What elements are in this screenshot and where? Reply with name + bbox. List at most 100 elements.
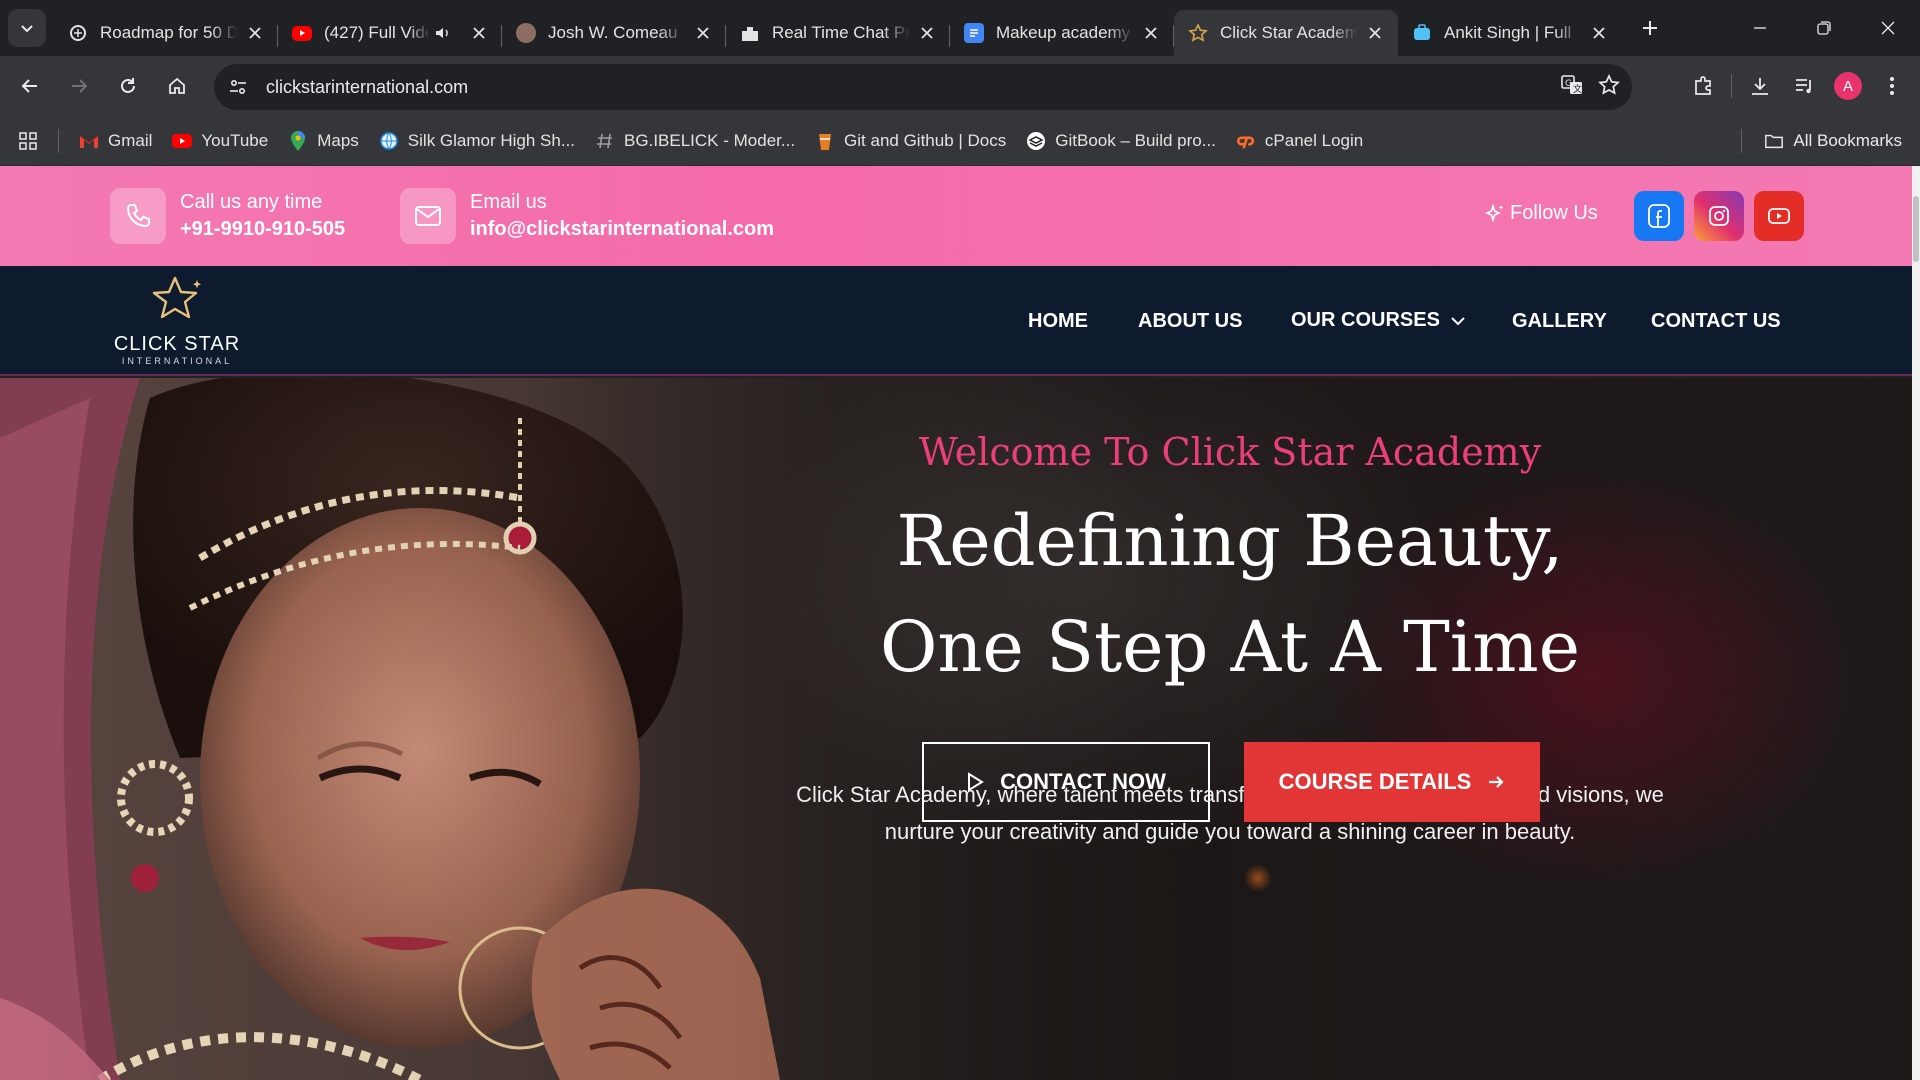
nav-contact-us[interactable]: CONTACT US (1651, 266, 1781, 376)
hash-icon (595, 131, 615, 151)
extensions-button[interactable] (1681, 64, 1725, 108)
course-details-label: COURSE DETAILS (1278, 769, 1472, 794)
media-controls-button[interactable] (1782, 64, 1826, 108)
docs-icon (964, 23, 984, 43)
close-icon[interactable] (468, 22, 490, 44)
url-text[interactable]: clickstarinternational.com (266, 77, 468, 98)
nav-home[interactable]: HOME (1028, 266, 1088, 376)
nav-gallery-label: GALLERY (1512, 309, 1607, 332)
scrollbar-thumb[interactable] (1913, 196, 1919, 262)
close-icon[interactable] (1140, 22, 1162, 44)
bookmark-bg-ibelick[interactable]: BG.IBELICK - Moder... (585, 123, 805, 159)
chrome-menu-button[interactable] (1870, 64, 1914, 108)
contact-now-label: CONTACT NOW (1000, 769, 1166, 794)
tab-click-star[interactable]: Click Star Academy (1174, 10, 1398, 56)
gmail-icon (79, 131, 99, 151)
openai-icon (68, 23, 88, 43)
nav-our-courses[interactable]: OUR COURSES (1291, 266, 1466, 376)
close-icon[interactable] (244, 22, 266, 44)
bookmark-label: BG.IBELICK - Moder... (624, 130, 796, 150)
bookmarks-bar: Gmail YouTube Maps Silk Glamor High Sh..… (0, 116, 1920, 166)
translate-icon[interactable]: G文 (1560, 73, 1584, 102)
tab-youtube[interactable]: (427) Full Video (278, 10, 502, 56)
address-bar[interactable]: clickstarinternational.com G文 (214, 64, 1632, 110)
forward-button[interactable] (57, 64, 101, 108)
all-bookmarks-button[interactable]: All Bookmarks (1754, 123, 1912, 159)
tab-ankit-singh[interactable]: Ankit Singh | Full (1398, 10, 1622, 56)
bookmark-git-github[interactable]: Git and Github | Docs (805, 123, 1016, 159)
email-contact[interactable]: Email us info@clickstarinternational.com (400, 188, 774, 244)
youtube-link[interactable] (1754, 191, 1804, 241)
facebook-link[interactable] (1634, 191, 1684, 241)
tab-real-time-chat[interactable]: Real Time Chat Pro (726, 10, 950, 56)
page-scrollbar[interactable] (1912, 166, 1920, 1080)
plus-icon (1643, 21, 1657, 35)
hero-welcome: Welcome To Click Star Academy (918, 430, 1542, 474)
address-bar-actions: G文 (1560, 64, 1620, 110)
nav-gallery[interactable]: GALLERY (1512, 266, 1607, 376)
close-icon[interactable] (1364, 22, 1386, 44)
arrow-right-icon (1489, 776, 1504, 788)
tab-makeup-academy[interactable]: Makeup academy (950, 10, 1174, 56)
nav-about-us[interactable]: ABOUT US (1138, 266, 1242, 376)
bookmarks-divider (1741, 129, 1742, 153)
tune-icon (230, 79, 246, 95)
course-details-button[interactable]: COURSE DETAILS (1244, 742, 1540, 822)
chevron-down-icon (21, 25, 33, 33)
bookmark-gitbook[interactable]: GitBook – Build pro... (1016, 123, 1226, 159)
reload-icon (121, 78, 135, 93)
phone-icon (110, 188, 166, 244)
bookmark-cpanel[interactable]: cPanel Login (1226, 123, 1373, 159)
nav-contact-label: CONTACT US (1651, 309, 1781, 332)
call-contact[interactable]: Call us any time +91-9910-910-505 (110, 188, 345, 244)
call-label: Call us any time (180, 191, 323, 213)
web-page: Call us any time +91-9910-910-505 Email … (0, 166, 1920, 1080)
home-icon (169, 77, 185, 94)
tab-title: Makeup academy (996, 23, 1131, 42)
new-tab-button[interactable] (1632, 10, 1668, 46)
restore-button[interactable] (1792, 0, 1856, 56)
back-button[interactable] (8, 64, 52, 108)
downloads-button[interactable] (1738, 64, 1782, 108)
close-window-button[interactable] (1856, 0, 1920, 56)
close-icon[interactable] (692, 22, 714, 44)
tab-josh-comeau[interactable]: Josh W. Comeau (502, 10, 726, 56)
nav-about-label: ABOUT US (1138, 309, 1243, 332)
contact-now-button[interactable]: CONTACT NOW (922, 742, 1210, 822)
tab-search-button[interactable] (8, 9, 46, 47)
bookmark-star-icon[interactable] (1598, 73, 1620, 101)
follow-us-label: Follow Us (1510, 202, 1598, 224)
bookmark-label: Gmail (108, 130, 153, 150)
svg-text:文: 文 (1573, 83, 1582, 95)
minimize-icon (1754, 27, 1766, 29)
chat-icon (740, 23, 760, 43)
home-button[interactable] (155, 64, 199, 108)
bookmark-youtube[interactable]: YouTube (162, 123, 278, 159)
tab-list: Roadmap for 50 Days (427) Full Video Jos… (54, 0, 1622, 56)
instagram-link[interactable] (1694, 191, 1744, 241)
email-address[interactable]: info@clickstarinternational.com (470, 215, 774, 243)
browser-toolbar: clickstarinternational.com G文 A (0, 56, 1920, 116)
reload-button[interactable] (106, 64, 150, 108)
phone-number[interactable]: +91-9910-910-505 (180, 215, 345, 243)
download-icon (1752, 78, 1768, 95)
follow-us: Follow Us (1484, 202, 1598, 225)
tab-roadmap[interactable]: Roadmap for 50 Days (54, 10, 278, 56)
speaker-icon[interactable] (434, 24, 452, 42)
close-icon[interactable] (1588, 22, 1610, 44)
puzzle-icon (1695, 76, 1711, 95)
site-logo[interactable]: CLICK STAR INTERNATIONAL (112, 276, 242, 366)
apps-grid-icon (19, 131, 37, 150)
bookmark-gmail[interactable]: Gmail (69, 123, 162, 159)
hero-section: Welcome To Click Star Academy Redefining… (0, 378, 1912, 1080)
queue-music-icon (1796, 79, 1811, 94)
bookmark-silk-glamor[interactable]: Silk Glamor High Sh... (369, 123, 585, 159)
apps-button[interactable] (8, 121, 48, 161)
minimize-button[interactable] (1728, 0, 1792, 56)
close-icon[interactable] (916, 22, 938, 44)
profile-avatar[interactable]: A (1834, 72, 1862, 100)
tab-title: (427) Full Video (324, 23, 430, 42)
bookmark-maps[interactable]: Maps (278, 123, 369, 159)
cup-icon (815, 131, 835, 151)
site-info-button[interactable] (220, 69, 256, 105)
